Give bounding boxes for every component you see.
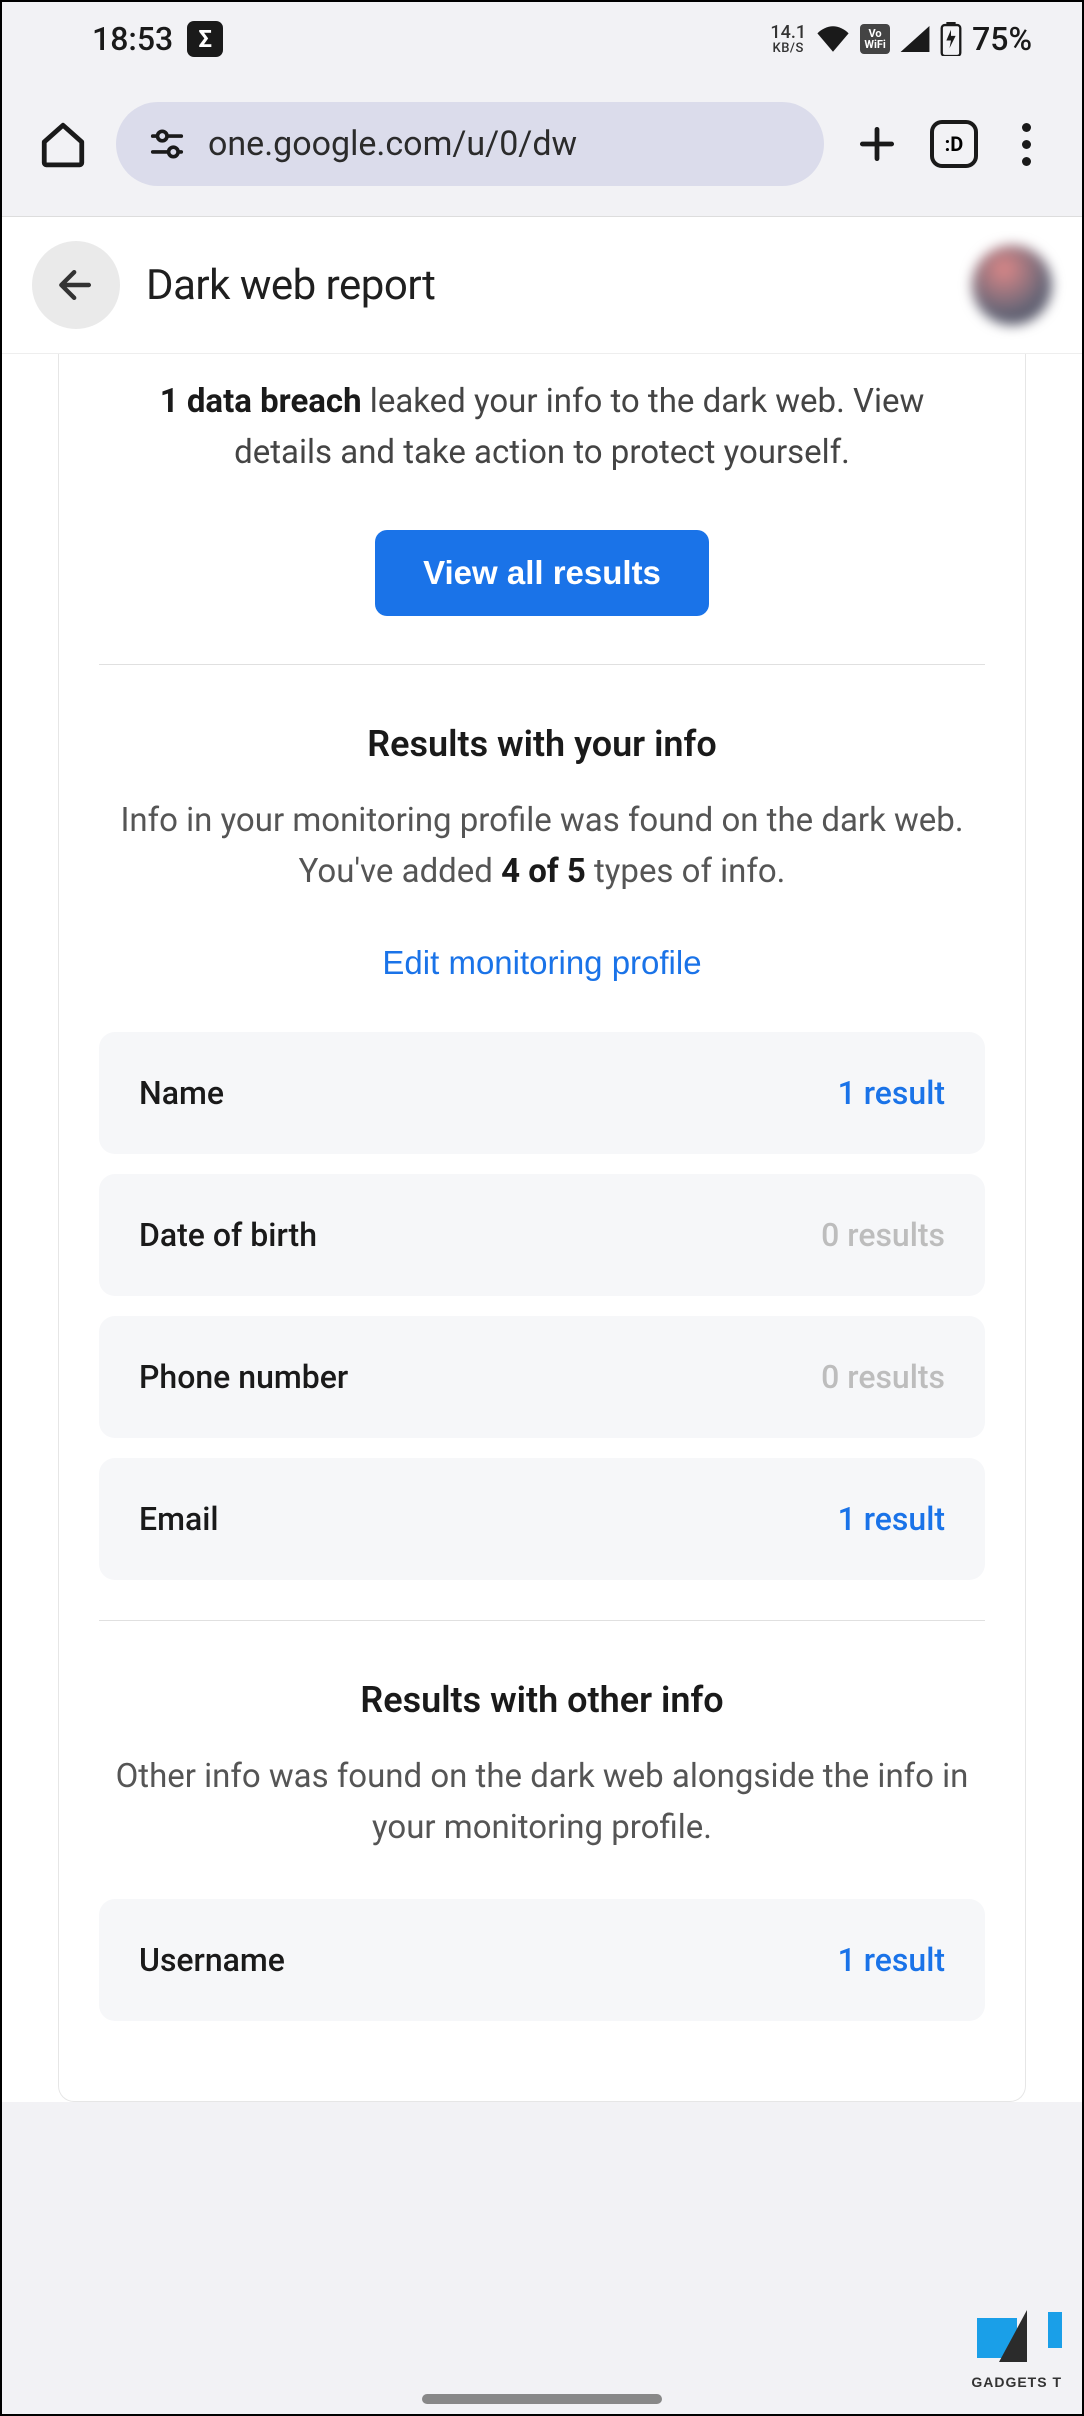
url-text: one.google.com/u/0/dw <box>208 124 577 164</box>
result-row[interactable]: Username 1 result <box>99 1899 985 2021</box>
edit-profile-link[interactable]: Edit monitoring profile <box>382 944 701 982</box>
your-info-desc: Info in your monitoring profile was foun… <box>99 795 985 943</box>
your-info-title: Results with your info <box>99 723 985 765</box>
status-bar: 18:53 Σ 14.1 KB/S VoWiFi 75% <box>2 2 1082 80</box>
other-info-title: Results with other info <box>99 1679 985 1721</box>
result-count: 0 results <box>821 1216 945 1254</box>
url-bar[interactable]: one.google.com/u/0/dw <box>116 102 824 186</box>
new-tab-button[interactable] <box>852 119 902 169</box>
result-count: 1 result <box>838 1941 945 1979</box>
result-count: 1 result <box>838 1500 945 1538</box>
breach-summary: 1 data breach leaked your info to the da… <box>99 376 985 518</box>
view-all-results-button[interactable]: View all results <box>375 530 709 616</box>
site-settings-icon[interactable] <box>148 125 186 163</box>
other-info-desc: Other info was found on the dark web alo… <box>99 1751 985 1899</box>
divider <box>99 1620 985 1621</box>
result-label: Email <box>139 1500 219 1538</box>
app-notification-icon: Σ <box>187 21 223 57</box>
back-button[interactable] <box>32 241 120 329</box>
watermark: GADGETS T <box>971 2310 1062 2390</box>
wifi-icon <box>816 26 850 52</box>
home-icon[interactable] <box>38 119 88 169</box>
divider <box>99 664 985 665</box>
result-row[interactable]: Email 1 result <box>99 1458 985 1580</box>
result-label: Date of birth <box>139 1216 317 1254</box>
result-row[interactable]: Date of birth 0 results <box>99 1174 985 1296</box>
result-row[interactable]: Phone number 0 results <box>99 1316 985 1438</box>
page-title: Dark web report <box>146 261 435 310</box>
result-label: Phone number <box>139 1358 348 1396</box>
battery-level: 75% <box>972 20 1032 58</box>
menu-button[interactable] <box>1006 123 1046 166</box>
vowifi-icon: VoWiFi <box>860 24 890 54</box>
tabs-button[interactable]: :D <box>930 120 978 168</box>
result-label: Username <box>139 1941 285 1979</box>
result-count: 1 result <box>838 1074 945 1112</box>
result-label: Name <box>139 1074 224 1112</box>
report-card: 1 data breach leaked your info to the da… <box>58 354 1026 2102</box>
app-header: Dark web report <box>2 216 1082 354</box>
avatar[interactable] <box>972 245 1052 325</box>
home-indicator[interactable] <box>422 2394 662 2404</box>
battery-icon <box>940 22 962 56</box>
data-rate: 14.1 KB/S <box>770 24 806 55</box>
result-count: 0 results <box>821 1358 945 1396</box>
result-row[interactable]: Name 1 result <box>99 1032 985 1154</box>
signal-icon <box>900 26 930 52</box>
status-time: 18:53 <box>92 20 173 58</box>
browser-toolbar: one.google.com/u/0/dw :D <box>2 80 1082 216</box>
